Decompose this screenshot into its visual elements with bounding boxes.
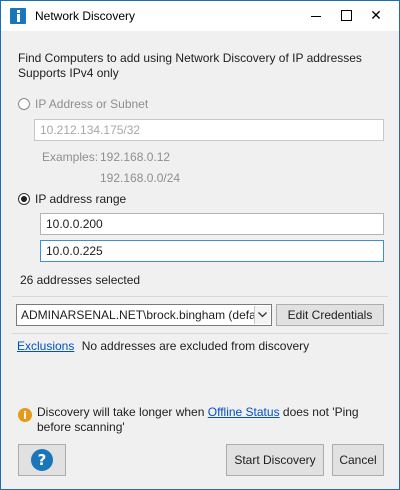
divider [12,296,388,297]
intro-line-1: Find Computers to add using Network Disc… [18,51,362,65]
notice-text-before: Discovery will take longer when [37,405,208,419]
subnet-radio[interactable] [18,98,30,110]
examples-label: Examples: [42,150,99,164]
offline-notice: Discovery will take longer when Offline … [37,405,359,435]
range-radio-label[interactable]: IP address range [35,192,126,206]
help-icon: ? [31,449,53,471]
notice-line-2: before scanning' [37,420,125,434]
example-2: 192.168.0.0/24 [100,171,181,185]
minimize-button[interactable] [301,1,331,29]
minimize-icon [311,15,321,17]
exclusions-row: Exclusions No addresses are excluded fro… [17,339,309,353]
offline-status-link[interactable]: Offline Status [208,405,280,419]
credentials-selected-value: ADMINARSENAL.NET\brock.bingham (defa [21,308,256,322]
notice-text-after: does not 'Ping [279,405,359,419]
subnet-radio-label[interactable]: IP Address or Subnet [35,97,148,111]
exclusions-status: No addresses are excluded from discovery [81,339,310,353]
maximize-button[interactable] [331,1,361,29]
maximize-icon [340,9,352,21]
range-start-input[interactable] [40,213,384,235]
range-end-input[interactable] [40,240,384,262]
close-icon: ✕ [370,6,382,23]
subnet-input[interactable] [34,119,384,141]
cancel-button[interactable]: Cancel [332,444,384,476]
addresses-selected-count: 26 addresses selected [20,273,141,287]
edit-credentials-button[interactable]: Edit Credentials [276,304,384,326]
intro-line-2: Supports IPv4 only [18,66,119,80]
example-1: 192.168.0.12 [100,150,171,164]
dialog-content: Find Computers to add using Network Disc… [8,41,392,481]
info-icon: i [18,408,32,422]
network-discovery-window: Network Discovery ✕ Find Computers to ad… [0,0,400,490]
title-bar: Network Discovery ✕ [1,1,399,31]
range-radio[interactable] [18,193,30,205]
window-title: Network Discovery [35,9,136,23]
divider [12,333,388,334]
credentials-select[interactable]: ADMINARSENAL.NET\brock.bingham (defa [16,304,272,326]
exclusions-link[interactable]: Exclusions [17,339,74,353]
app-logo-icon [10,8,26,24]
intro-text: Find Computers to add using Network Disc… [18,51,362,81]
chevron-down-icon[interactable] [254,306,270,324]
help-button[interactable]: ? [18,444,66,476]
start-discovery-button[interactable]: Start Discovery [226,444,324,476]
close-button[interactable]: ✕ [361,1,391,29]
